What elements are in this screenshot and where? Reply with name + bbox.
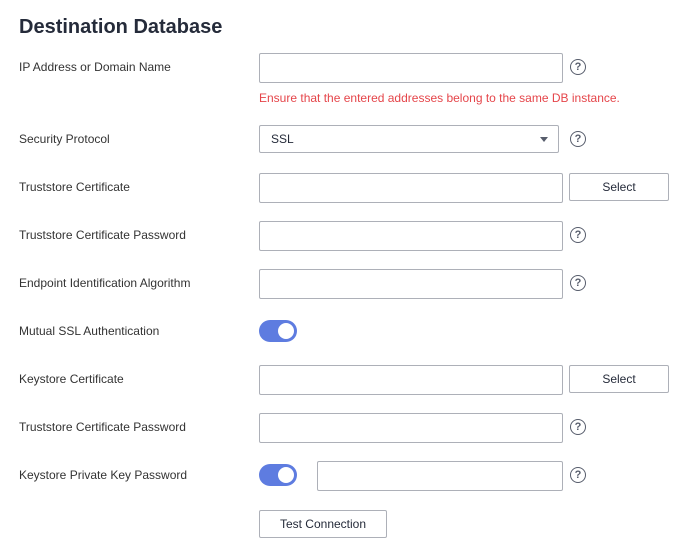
truststore-password-label: Truststore Certificate Password [19, 228, 186, 242]
endpoint-algorithm-input[interactable] [259, 269, 563, 299]
toggle-knob [278, 467, 294, 483]
keystore-private-key-toggle[interactable] [259, 464, 297, 486]
keystore-certificate-select-button[interactable]: Select [569, 365, 669, 393]
chevron-down-icon [540, 137, 548, 142]
security-protocol-select[interactable]: SSL [259, 125, 559, 153]
ip-address-hint: Ensure that the entered addresses belong… [259, 91, 620, 105]
truststore-password-2-help-icon[interactable]: ? [570, 419, 586, 435]
ip-address-label: IP Address or Domain Name [19, 60, 171, 74]
truststore-certificate-input[interactable] [259, 173, 563, 203]
security-protocol-value: SSL [271, 132, 294, 146]
keystore-private-key-label: Keystore Private Key Password [19, 468, 188, 482]
truststore-password-2-label: Truststore Certificate Password [19, 420, 186, 434]
truststore-certificate-select-button[interactable]: Select [569, 173, 669, 201]
keystore-certificate-input[interactable] [259, 365, 563, 395]
keystore-certificate-label: Keystore Certificate [19, 372, 124, 386]
truststore-password-2-input[interactable] [259, 413, 563, 443]
toggle-knob [278, 323, 294, 339]
keystore-private-key-help-icon[interactable]: ? [570, 467, 586, 483]
mutual-ssl-label: Mutual SSL Authentication [19, 324, 160, 338]
endpoint-algorithm-label: Endpoint Identification Algorithm [19, 276, 191, 290]
test-connection-button[interactable]: Test Connection [259, 510, 387, 538]
truststore-certificate-label: Truststore Certificate [19, 180, 130, 194]
endpoint-algorithm-help-icon[interactable]: ? [570, 275, 586, 291]
ip-address-help-icon[interactable]: ? [570, 59, 586, 75]
truststore-password-help-icon[interactable]: ? [570, 227, 586, 243]
truststore-password-input[interactable] [259, 221, 563, 251]
keystore-private-key-input[interactable] [317, 461, 563, 491]
section-title: Destination Database [19, 16, 223, 38]
mutual-ssl-toggle[interactable] [259, 320, 297, 342]
security-protocol-help-icon[interactable]: ? [570, 131, 586, 147]
ip-address-input[interactable] [259, 53, 563, 83]
security-protocol-label: Security Protocol [19, 132, 110, 146]
